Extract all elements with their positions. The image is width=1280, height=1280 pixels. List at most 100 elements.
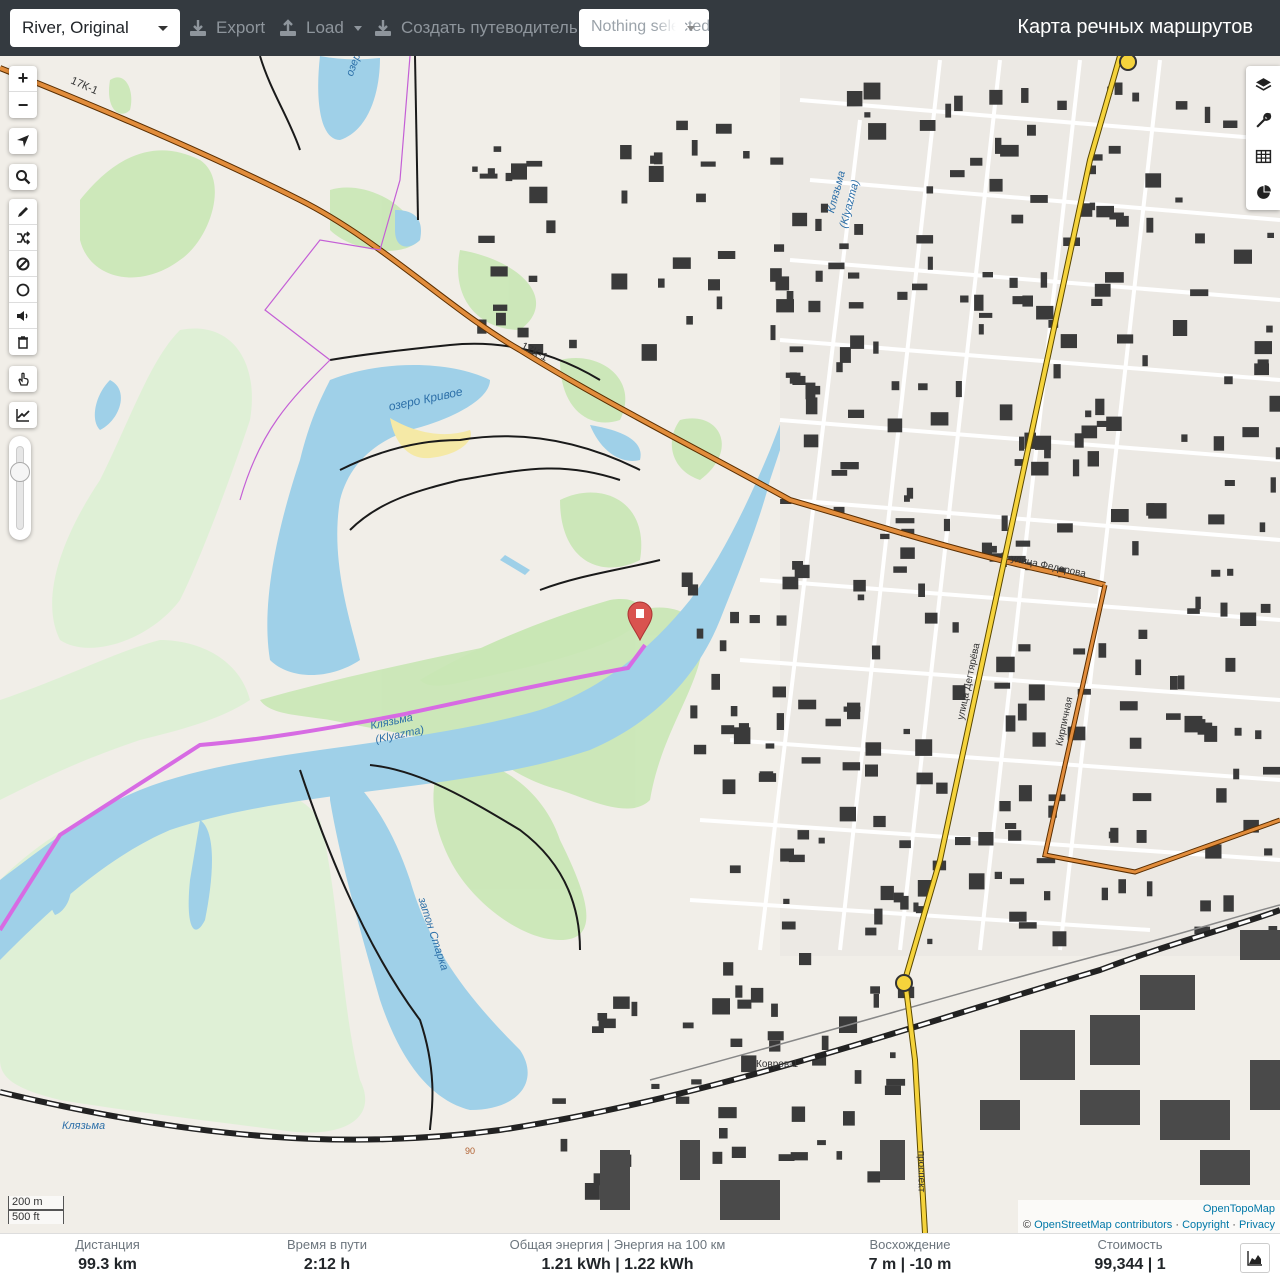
building	[846, 91, 863, 107]
building	[797, 830, 810, 840]
layers-button[interactable]	[1246, 66, 1280, 102]
building	[1145, 173, 1162, 188]
building	[899, 840, 911, 849]
stat-cost: Стоимость 99,344 | 1	[1094, 1237, 1166, 1273]
building	[1223, 120, 1238, 128]
building	[781, 921, 796, 930]
table-button[interactable]	[1246, 138, 1280, 174]
building	[1138, 629, 1148, 639]
locate-button[interactable]	[9, 128, 37, 154]
building	[1233, 249, 1252, 264]
hand-pointer-button[interactable]	[9, 366, 37, 392]
building	[974, 294, 984, 311]
delete-route-button[interactable]	[9, 329, 37, 355]
building	[918, 383, 928, 391]
slider-handle[interactable]	[10, 462, 30, 482]
selection-dropdown[interactable]: Nothing selected	[579, 9, 709, 47]
statistics-button[interactable]	[1246, 174, 1280, 210]
building	[1254, 341, 1272, 355]
voice-hints-button[interactable]	[9, 303, 37, 329]
download-icon	[190, 20, 206, 36]
building	[871, 645, 881, 660]
building	[1170, 676, 1178, 690]
osm-link[interactable]: OpenStreetMap contributors	[1034, 1219, 1172, 1231]
building	[774, 244, 785, 252]
station-label: Ковров-1	[756, 1059, 799, 1070]
opacity-slider[interactable]	[9, 436, 31, 540]
hand-pointer-icon	[18, 372, 29, 386]
nogo-area-button[interactable]	[9, 277, 37, 303]
building	[900, 547, 915, 559]
building	[865, 927, 877, 936]
building	[880, 885, 894, 901]
building	[719, 1128, 728, 1139]
building	[1260, 603, 1271, 613]
building	[641, 344, 657, 361]
building	[924, 612, 938, 624]
building	[1001, 515, 1008, 531]
building	[686, 316, 693, 325]
building	[1213, 436, 1225, 451]
elevation-chart-button[interactable]	[1240, 1243, 1270, 1273]
building	[828, 262, 845, 270]
building	[789, 372, 797, 384]
building	[955, 381, 962, 398]
building	[1129, 737, 1142, 749]
map-canvas[interactable]: 17К-1 17К-1 озеро Кривое Клязьма (Klyazm…	[0, 56, 1280, 1233]
building	[1034, 435, 1052, 450]
create-guide-button[interactable]: Создать путеводитель	[373, 9, 578, 47]
building	[1060, 334, 1077, 349]
building	[782, 576, 799, 590]
building	[1166, 713, 1181, 720]
building	[1057, 100, 1067, 110]
building	[1233, 768, 1240, 780]
building	[1132, 793, 1152, 802]
building	[631, 1001, 638, 1017]
building	[1240, 612, 1257, 626]
reverse-route-button[interactable]	[9, 225, 37, 251]
opentopomap-link[interactable]: OpenTopoMap	[1203, 1203, 1275, 1215]
building	[1216, 788, 1227, 803]
building	[1269, 395, 1280, 412]
building	[1119, 701, 1138, 711]
zoom-in-button[interactable]: +	[9, 66, 37, 92]
building	[863, 82, 881, 100]
building	[815, 218, 822, 231]
settings-button[interactable]	[1246, 102, 1280, 138]
load-button[interactable]: Load	[278, 9, 362, 47]
building	[721, 725, 735, 735]
building	[682, 1022, 694, 1029]
building	[943, 518, 950, 532]
building	[1091, 298, 1103, 306]
copyright-link[interactable]: Copyright	[1182, 1219, 1229, 1231]
delete-point-button[interactable]	[9, 251, 37, 277]
building	[490, 266, 508, 277]
building	[1096, 205, 1114, 218]
export-button[interactable]: Export	[188, 9, 265, 47]
profile-select[interactable]: River, Original	[10, 9, 180, 47]
elevation-profile-button[interactable]	[9, 402, 37, 428]
building	[1019, 436, 1025, 451]
building	[729, 865, 741, 874]
privacy-link[interactable]: Privacy	[1239, 1219, 1275, 1231]
building	[1111, 509, 1129, 523]
location-arrow-icon	[17, 135, 29, 147]
draw-route-button[interactable]	[9, 199, 37, 225]
building	[1195, 233, 1205, 244]
elevation-control	[9, 402, 37, 428]
building	[1220, 602, 1228, 617]
shuffle-icon	[17, 230, 31, 245]
building	[1011, 214, 1024, 224]
building	[854, 1070, 862, 1084]
building	[886, 1078, 906, 1086]
building	[916, 772, 933, 785]
building	[1009, 911, 1027, 922]
building	[1146, 217, 1154, 233]
search-button[interactable]	[9, 164, 37, 190]
building	[770, 325, 776, 341]
building	[918, 583, 925, 597]
zoom-out-button[interactable]: −	[9, 92, 37, 118]
building	[788, 854, 805, 863]
building	[621, 190, 628, 204]
building	[1267, 232, 1274, 238]
